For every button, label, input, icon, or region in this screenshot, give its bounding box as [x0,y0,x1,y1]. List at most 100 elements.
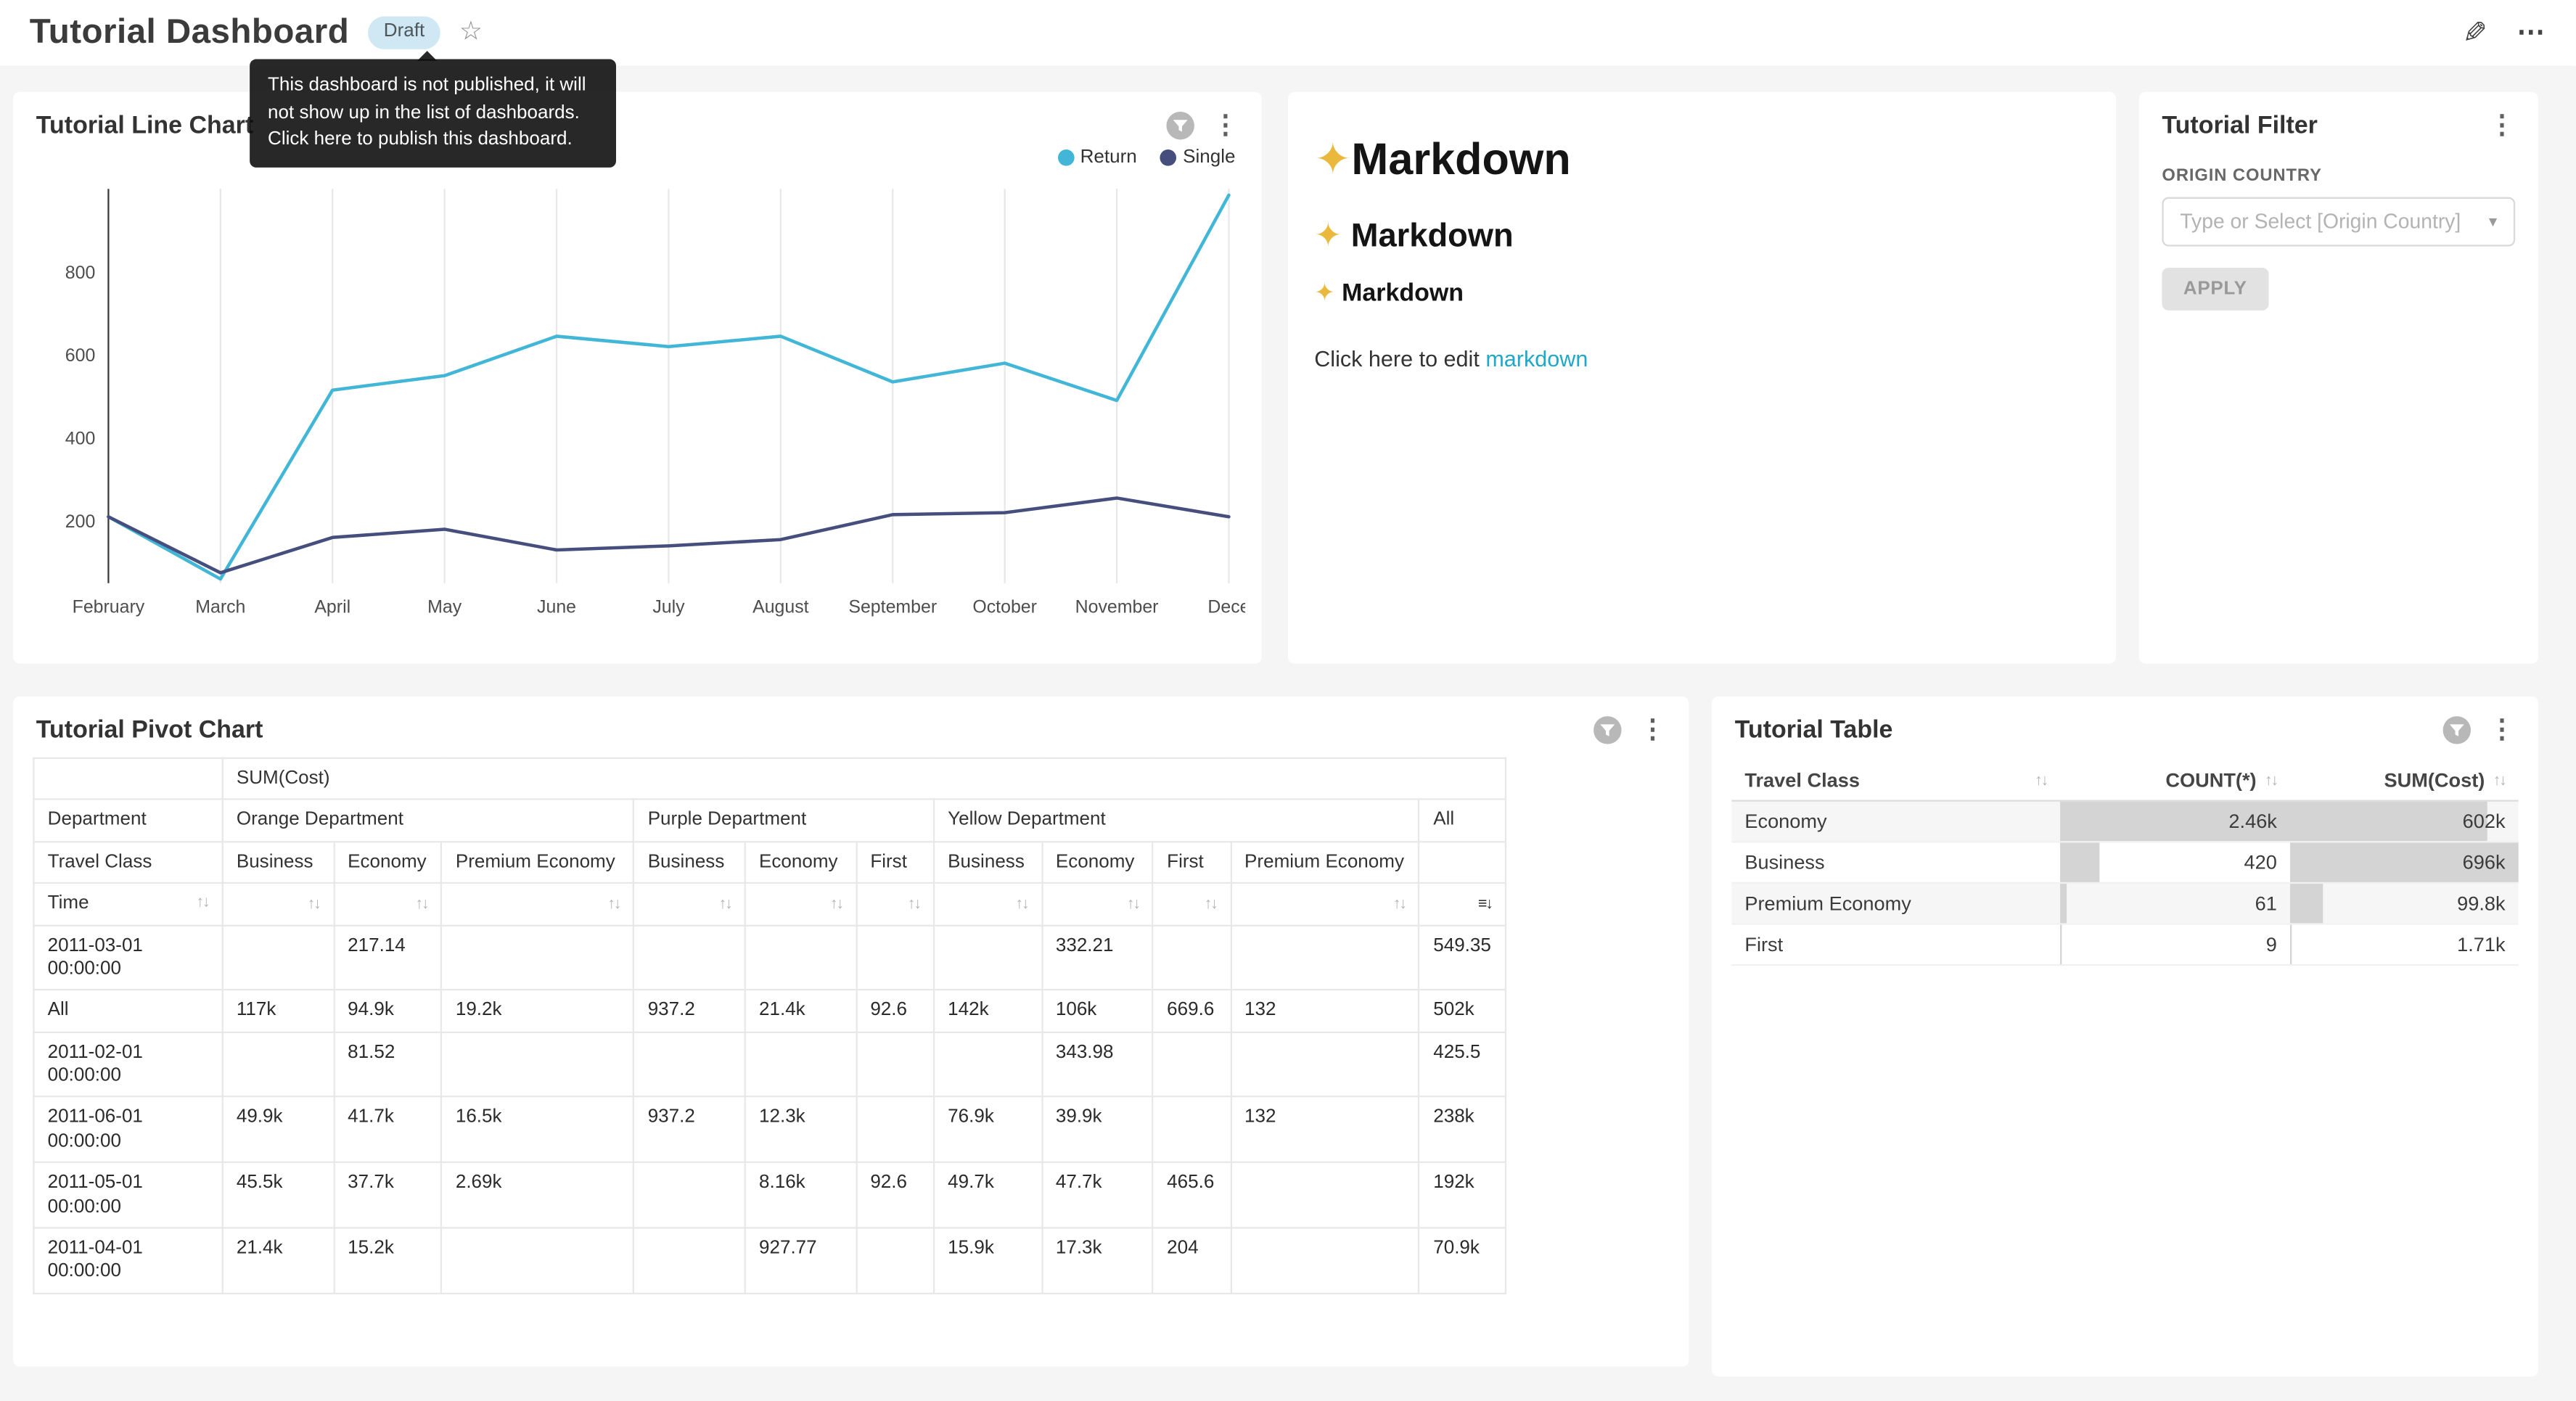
pivot-column-sorter[interactable]: ↑↓ [745,883,856,924]
sort-icon[interactable]: ↑↓ [196,894,208,913]
pivot-row: All117k94.9k19.2k937.221.4k92.6142k106k6… [33,990,1506,1032]
sort-icon[interactable]: ↑↓ [719,895,731,913]
pivot-cell: 132 [1231,990,1419,1032]
markdown-edit-link[interactable]: markdown [1485,347,1588,371]
chart-menu-icon[interactable]: ⋮ [1213,112,1239,139]
pivot-cell: 12.3k [745,1097,856,1162]
pivot-cell: 45.5k [223,1162,334,1228]
markdown-h1: ✦Markdown [1314,135,2090,186]
sort-icon[interactable]: ↑↓ [1015,895,1027,913]
y-tick-label: 200 [65,511,96,532]
pivot-column-sorter[interactable]: ↑↓ [442,883,634,924]
cell-bar [2060,842,2099,882]
filter-indicator-icon[interactable] [2443,716,2471,744]
pivot-class-header: Economy [745,842,856,883]
sort-icon[interactable]: ↑↓ [1393,895,1406,913]
pivot-cell: 8.16k [745,1162,856,1228]
sort-icon[interactable]: ↑↓ [1205,895,1217,913]
sort-icon[interactable]: ↑↓ [2493,771,2506,789]
filter-indicator-icon[interactable] [1166,112,1194,139]
filter-field-label: ORIGIN COUNTRY [2162,166,2515,186]
pivot-column-sorter[interactable]: ↑↓ [1153,883,1231,924]
apply-button[interactable]: APPLY [2162,268,2268,311]
table-header-sum[interactable]: SUM(Cost)↑↓ [2290,760,2519,800]
more-menu-icon[interactable]: ⋯ [2516,17,2546,49]
pivot-row: 2011-03-01 00:00:00217.14332.21549.35 [33,925,1506,990]
x-tick-label: March [195,596,245,617]
table-row: Economy2.46k602k [1731,801,2518,842]
pivot-cell [442,925,634,990]
pivot-cell [633,1162,745,1228]
markdown-paragraph-text: Click here to edit [1314,347,1485,371]
table-header-travel-class[interactable]: Travel Class↑↓ [1731,760,2060,800]
pivot-cell: 217.14 [334,925,442,990]
pivot-cell [934,925,1042,990]
pivot-column-sorter[interactable]: ↑↓ [1231,883,1419,924]
pivot-cell [633,1032,745,1097]
pivot-cell: 41.7k [334,1097,442,1162]
legend-item-return[interactable]: Return [1057,148,1137,168]
pivot-department-header: Yellow Department [934,800,1419,841]
chart-menu-icon[interactable]: ⋮ [1639,717,1665,743]
pivot-row: 2011-02-01 00:00:0081.52343.98425.5 [33,1032,1506,1097]
unpublished-tooltip[interactable]: This dashboard is not published, it will… [250,59,616,168]
pivot-cell [856,1097,934,1162]
unpublished-tooltip-text: This dashboard is not published, it will… [268,75,586,150]
page-title: Tutorial Dashboard [30,13,349,52]
sort-icon[interactable]: ↑↓ [1127,895,1139,913]
x-tick-label: February [73,596,145,617]
pivot-cell [745,925,856,990]
sort-icon[interactable]: ↑↓ [308,895,320,913]
cell-sum: 99.8k [2290,883,2519,924]
markdown-h3: ✦ Markdown [1314,278,2090,308]
pivot-cell: 2.69k [442,1162,634,1228]
pivot-column-sorter[interactable]: ↑↓ [223,883,334,924]
pivot-cell: 17.3k [1042,1228,1153,1293]
sort-icon[interactable]: ↑↓ [415,895,427,913]
pivot-cell [223,1032,334,1097]
sort-icon[interactable]: ↑↓ [2265,771,2277,789]
pivot-cell: 204 [1153,1228,1231,1293]
pivot-column-sorter[interactable]: ↑↓ [856,883,934,924]
pivot-cell: 94.9k [334,990,442,1032]
sort-icon[interactable]: ↑↓ [2035,771,2047,789]
filter-indicator-icon[interactable] [1593,716,1621,744]
markdown-paragraph: Click here to edit markdown [1314,347,2090,371]
pivot-table: SUM(Cost)DepartmentOrange DepartmentPurp… [33,757,1506,1294]
table-row: Premium Economy6199.8k [1731,883,2518,924]
chart-menu-icon[interactable]: ⋮ [2489,717,2515,743]
pivot-cell: 332.21 [1042,925,1153,990]
cell-bar [2060,884,2066,923]
cell-sum: 696k [2290,842,2519,883]
pivot-column-sorter[interactable]: ↑↓ [334,883,442,924]
pivot-row: 2011-05-01 00:00:0045.5k37.7k2.69k8.16k9… [33,1162,1506,1228]
pivot-department-header: All [1419,800,1506,841]
sort-icon[interactable]: ↑↓ [607,895,620,913]
pivot-row-dimension-label: Time↑↓ [33,883,222,924]
pivot-cell: 465.6 [1153,1162,1231,1228]
sort-icon[interactable]: ↑↓ [908,895,920,913]
pivot-column-sorter[interactable]: ↑↓ [934,883,1042,924]
table-header-count[interactable]: COUNT(*)↑↓ [2060,760,2290,800]
legend-item-single[interactable]: Single [1160,148,1235,168]
pivot-column-sorter[interactable]: ≡↓ [1419,883,1506,924]
pivot-cell: 15.2k [334,1228,442,1293]
pivot-cell [633,1228,745,1293]
legend-label: Single [1183,148,1235,168]
pivot-cell: 21.4k [745,990,856,1032]
pivot-class-header: Business [223,842,334,883]
cell-bar [2290,925,2291,964]
pivot-column-sorter[interactable]: ↑↓ [1042,883,1153,924]
pivot-cell: 238k [1419,1097,1506,1162]
pivot-class-header: Economy [334,842,442,883]
chart-menu-icon[interactable]: ⋮ [2489,112,2515,139]
draft-badge[interactable]: Draft [367,17,441,49]
favorite-star-icon[interactable]: ☆ [459,20,483,46]
x-tick-label: August [752,596,809,617]
pivot-cell [442,1228,634,1293]
edit-dashboard-icon[interactable]: ✎ [2463,16,2487,51]
sort-icon[interactable]: ↑↓ [830,895,842,913]
pivot-column-sorter[interactable]: ↑↓ [633,883,745,924]
origin-country-select[interactable]: Type or Select [Origin Country] ▾ [2162,197,2515,247]
sort-descending-icon[interactable]: ≡↓ [1478,895,1492,913]
